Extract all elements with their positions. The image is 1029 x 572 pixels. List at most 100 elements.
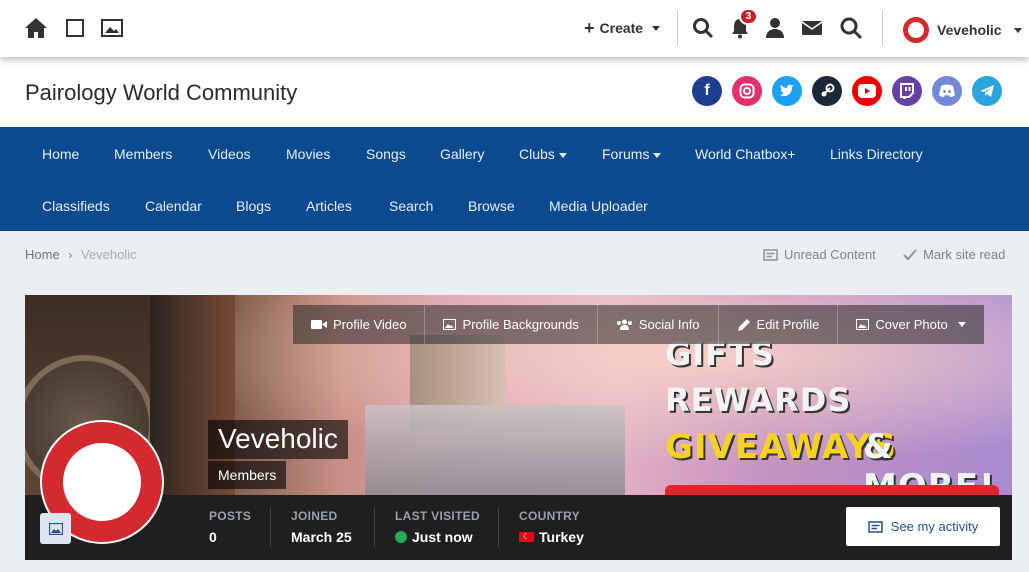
image-icon	[856, 319, 870, 330]
social-info-button[interactable]: Social Info	[598, 305, 719, 344]
nav-item-movies[interactable]: Movies	[286, 146, 330, 162]
instagram-icon[interactable]	[732, 76, 762, 106]
cover-balcony	[365, 405, 625, 496]
nav-item-calendar[interactable]: Calendar	[145, 198, 202, 214]
home-icon[interactable]	[23, 15, 49, 41]
stat-posts: POSTS 0	[209, 509, 251, 545]
nav-item-articles[interactable]: Articles	[306, 198, 352, 214]
notification-badge: 3	[739, 8, 758, 25]
profile-tools: Profile Video Profile Backgrounds Social…	[293, 305, 984, 344]
divider	[498, 507, 499, 547]
nav-item-songs[interactable]: Songs	[366, 146, 406, 162]
plus-icon: +	[584, 18, 595, 38]
last-visited-value: Just now	[412, 529, 473, 545]
check-icon	[903, 248, 917, 260]
chevron-down-icon	[652, 25, 661, 31]
nav-item-home[interactable]: Home	[42, 146, 79, 162]
site-header: Pairology World Community f	[0, 57, 1029, 127]
telegram-icon[interactable]	[972, 76, 1002, 106]
chevron-down-icon	[957, 322, 966, 327]
steam-icon[interactable]	[812, 76, 842, 106]
stat-joined: JOINED March 25	[291, 509, 352, 545]
nav-item-forums[interactable]: Forums	[602, 146, 662, 162]
stat-value: March 25	[291, 529, 352, 545]
facebook-icon[interactable]: f	[692, 76, 722, 106]
youtube-icon[interactable]	[852, 76, 882, 106]
profile-group[interactable]: Members	[208, 461, 287, 489]
chevron-down-icon	[1013, 27, 1022, 33]
promo-text-rewards: REWARDS	[665, 381, 852, 419]
divider	[677, 10, 678, 46]
profile-name: Veveholic	[208, 420, 348, 459]
envelope-icon[interactable]	[799, 15, 825, 41]
mark-site-read-label: Mark site read	[923, 247, 1006, 262]
stat-last-visited: LAST VISITED Just now	[395, 509, 480, 545]
stat-label: COUNTRY	[519, 509, 580, 523]
main-navigation: Home Members Videos Movies Songs Gallery…	[0, 127, 1029, 231]
nav-item-classifieds[interactable]: Classifieds	[42, 198, 110, 214]
stat-label: JOINED	[291, 509, 338, 523]
stat-value: ☾ Turkey	[519, 529, 584, 545]
mark-site-read-link[interactable]: Mark site read	[903, 247, 1005, 262]
avatar	[903, 17, 929, 43]
change-photo-button[interactable]	[40, 513, 71, 544]
nav-item-browse[interactable]: Browse	[468, 198, 515, 214]
image-icon	[443, 319, 457, 330]
square-icon[interactable]	[62, 15, 88, 41]
chevron-right-icon: ›	[68, 248, 73, 262]
divider	[374, 507, 375, 547]
nav-item-clubs[interactable]: Clubs	[519, 146, 567, 162]
country-value: Turkey	[539, 529, 584, 545]
nav-item-label: Forums	[602, 146, 650, 162]
breadcrumb: Home › Veveholic	[25, 247, 137, 262]
video-camera-icon	[311, 320, 327, 329]
nav-item-world-chatbox[interactable]: World Chatbox+	[695, 146, 796, 162]
user-bar: + Create 3 Veveholic	[0, 0, 1029, 57]
search-icon[interactable]	[838, 15, 864, 41]
search-icon[interactable]	[690, 15, 716, 41]
edit-profile-button[interactable]: Edit Profile	[719, 305, 839, 344]
unread-content-label: Unread Content	[784, 247, 876, 262]
nav-item-videos[interactable]: Videos	[208, 146, 251, 162]
unread-content-link[interactable]: Unread Content	[763, 247, 876, 262]
nav-item-members[interactable]: Members	[114, 146, 172, 162]
breadcrumb-home[interactable]: Home	[25, 247, 60, 262]
stat-value: Just now	[395, 529, 480, 545]
stat-value: 0	[209, 529, 217, 545]
twitter-icon[interactable]	[772, 76, 802, 106]
see-my-activity-label: See my activity	[890, 519, 979, 534]
profile-backgrounds-label: Profile Backgrounds	[462, 317, 579, 332]
online-status-icon	[395, 531, 407, 543]
twitch-icon[interactable]	[892, 76, 922, 106]
username: Veveholic	[937, 22, 1002, 38]
nav-item-gallery[interactable]: Gallery	[440, 146, 484, 162]
cover-photo-button[interactable]: Cover Photo	[838, 305, 983, 344]
stat-label: LAST VISITED	[395, 509, 480, 523]
create-menu[interactable]: + Create	[584, 18, 661, 38]
user-icon[interactable]	[762, 15, 788, 41]
edit-profile-label: Edit Profile	[756, 317, 820, 332]
nav-item-search[interactable]: Search	[389, 198, 433, 214]
profile-video-label: Profile Video	[333, 317, 407, 332]
profile-backgrounds-button[interactable]: Profile Backgrounds	[425, 305, 598, 344]
profile-video-button[interactable]: Profile Video	[293, 305, 426, 344]
nav-item-media-uploader[interactable]: Media Uploader	[549, 198, 648, 214]
pencil-icon	[737, 318, 750, 331]
social-info-label: Social Info	[638, 317, 700, 332]
nav-item-links-directory[interactable]: Links Directory	[830, 146, 923, 162]
breadcrumb-current: Veveholic	[80, 247, 137, 262]
stat-country: COUNTRY ☾ Turkey	[519, 509, 584, 545]
nav-item-blogs[interactable]: Blogs	[236, 198, 271, 214]
create-label: Create	[599, 20, 644, 36]
image-icon[interactable]	[99, 15, 125, 41]
see-my-activity-button[interactable]: See my activity	[846, 507, 1000, 546]
site-title[interactable]: Pairology World Community	[25, 80, 297, 106]
stat-label: POSTS	[209, 509, 252, 523]
cover-photo-label: Cover Photo	[875, 317, 948, 332]
chevron-down-icon	[558, 152, 567, 158]
user-menu[interactable]: Veveholic	[903, 17, 1022, 43]
users-icon	[616, 319, 632, 330]
image-icon	[48, 522, 63, 535]
discord-icon[interactable]	[932, 76, 962, 106]
divider	[270, 507, 271, 547]
